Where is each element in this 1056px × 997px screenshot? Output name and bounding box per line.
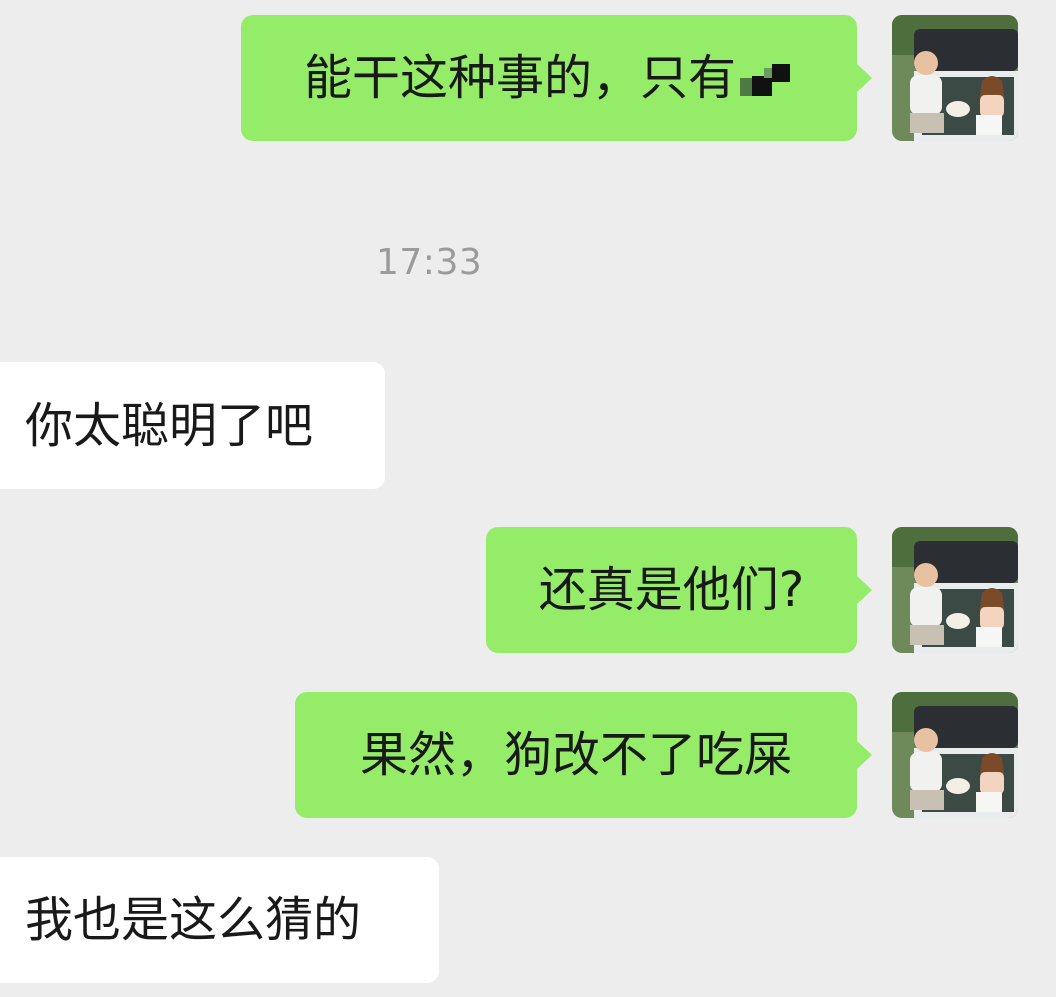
message-bubble-outgoing[interactable]: 果然，狗改不了吃屎 <box>295 692 872 818</box>
message-bubble-incoming[interactable]: 我也是这么猜的 <box>0 857 439 983</box>
user-avatar[interactable] <box>892 692 1018 818</box>
message-text: 我也是这么猜的 <box>25 892 362 948</box>
message-text: 你太聪明了吧 <box>25 397 314 454</box>
avatar-photo-icon <box>892 692 1018 818</box>
avatar-photo-icon <box>892 15 1018 141</box>
message-timestamp: 17:33 <box>376 242 483 283</box>
message-bubble-outgoing[interactable]: 还真是他们? <box>486 527 872 653</box>
message-bubble-outgoing[interactable]: 能干这种事的，只有 <box>241 15 872 141</box>
user-avatar[interactable] <box>892 527 1018 653</box>
message-text: 果然，狗改不了吃屎 <box>359 727 792 783</box>
message-text: 还真是他们? <box>538 562 805 618</box>
avatar-photo-icon <box>892 527 1018 653</box>
user-avatar[interactable] <box>892 15 1018 141</box>
message-bubble-incoming[interactable]: 你太聪明了吧 <box>0 362 385 489</box>
mosaic-redaction-icon <box>738 58 794 98</box>
message-text: 能干这种事的，只有 <box>303 50 736 106</box>
